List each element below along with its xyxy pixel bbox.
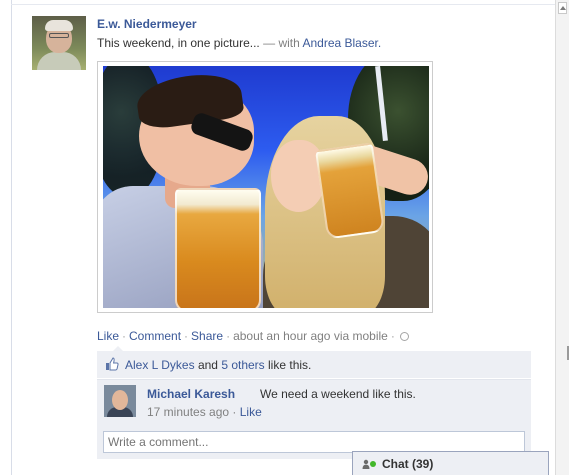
comment-input[interactable] (103, 431, 525, 453)
likes-text: Alex L Dykes and 5 others like this. (125, 358, 311, 372)
author-avatar[interactable] (32, 16, 86, 70)
comment-author-link[interactable]: Michael Karesh (147, 387, 235, 401)
others-link[interactable]: 5 others (221, 358, 264, 372)
post-message: This weekend, in one picture... — with A… (97, 36, 381, 50)
commenter-avatar[interactable] (104, 385, 136, 417)
comment-like-link[interactable]: Like (240, 405, 262, 419)
mobile-globe-icon (399, 332, 409, 341)
post-author-link[interactable]: E.w. Niedermeyer (97, 17, 197, 31)
thumbs-up-icon (106, 357, 119, 371)
separator: · (184, 329, 189, 343)
tagged-person-link[interactable]: Andrea Blaser. (302, 36, 381, 50)
online-status-dot (370, 461, 376, 467)
chat-tab[interactable]: Chat (39) (352, 451, 549, 475)
likes-and: and (197, 358, 218, 372)
liker-name-link[interactable]: Alex L Dykes (125, 358, 195, 372)
comment-item: Michael Karesh We need a weekend like th… (97, 379, 531, 427)
post-photo[interactable] (103, 66, 429, 308)
with-prefix: — with (263, 36, 300, 50)
like-link[interactable]: Like (97, 329, 119, 343)
comment-timestamp[interactable]: 17 minutes ago (147, 405, 229, 419)
comment-meta: 17 minutes ago · Like (147, 405, 262, 419)
post-timestamp[interactable]: about an hour ago via mobile (233, 329, 388, 343)
separator: · (390, 329, 395, 343)
scrollbar[interactable] (555, 0, 569, 475)
post-message-text: This weekend, in one picture... (97, 36, 260, 50)
post-actions: Like · Comment · Share · about an hour ago via… (97, 329, 409, 343)
likes-suffix: like this. (268, 358, 312, 372)
content-border-left (11, 0, 12, 475)
scroll-up-arrow-icon[interactable] (558, 2, 567, 14)
separator: · (232, 405, 237, 419)
comment-link[interactable]: Comment (129, 329, 181, 343)
share-link[interactable]: Share (191, 329, 223, 343)
comment-text: We need a weekend like this. (260, 387, 416, 401)
likes-summary: Alex L Dykes and 5 others like this. (97, 351, 531, 378)
separator: · (226, 329, 231, 343)
separator: · (122, 329, 127, 343)
chat-label: Chat (39) (382, 457, 434, 471)
content-border-top (11, 4, 556, 5)
